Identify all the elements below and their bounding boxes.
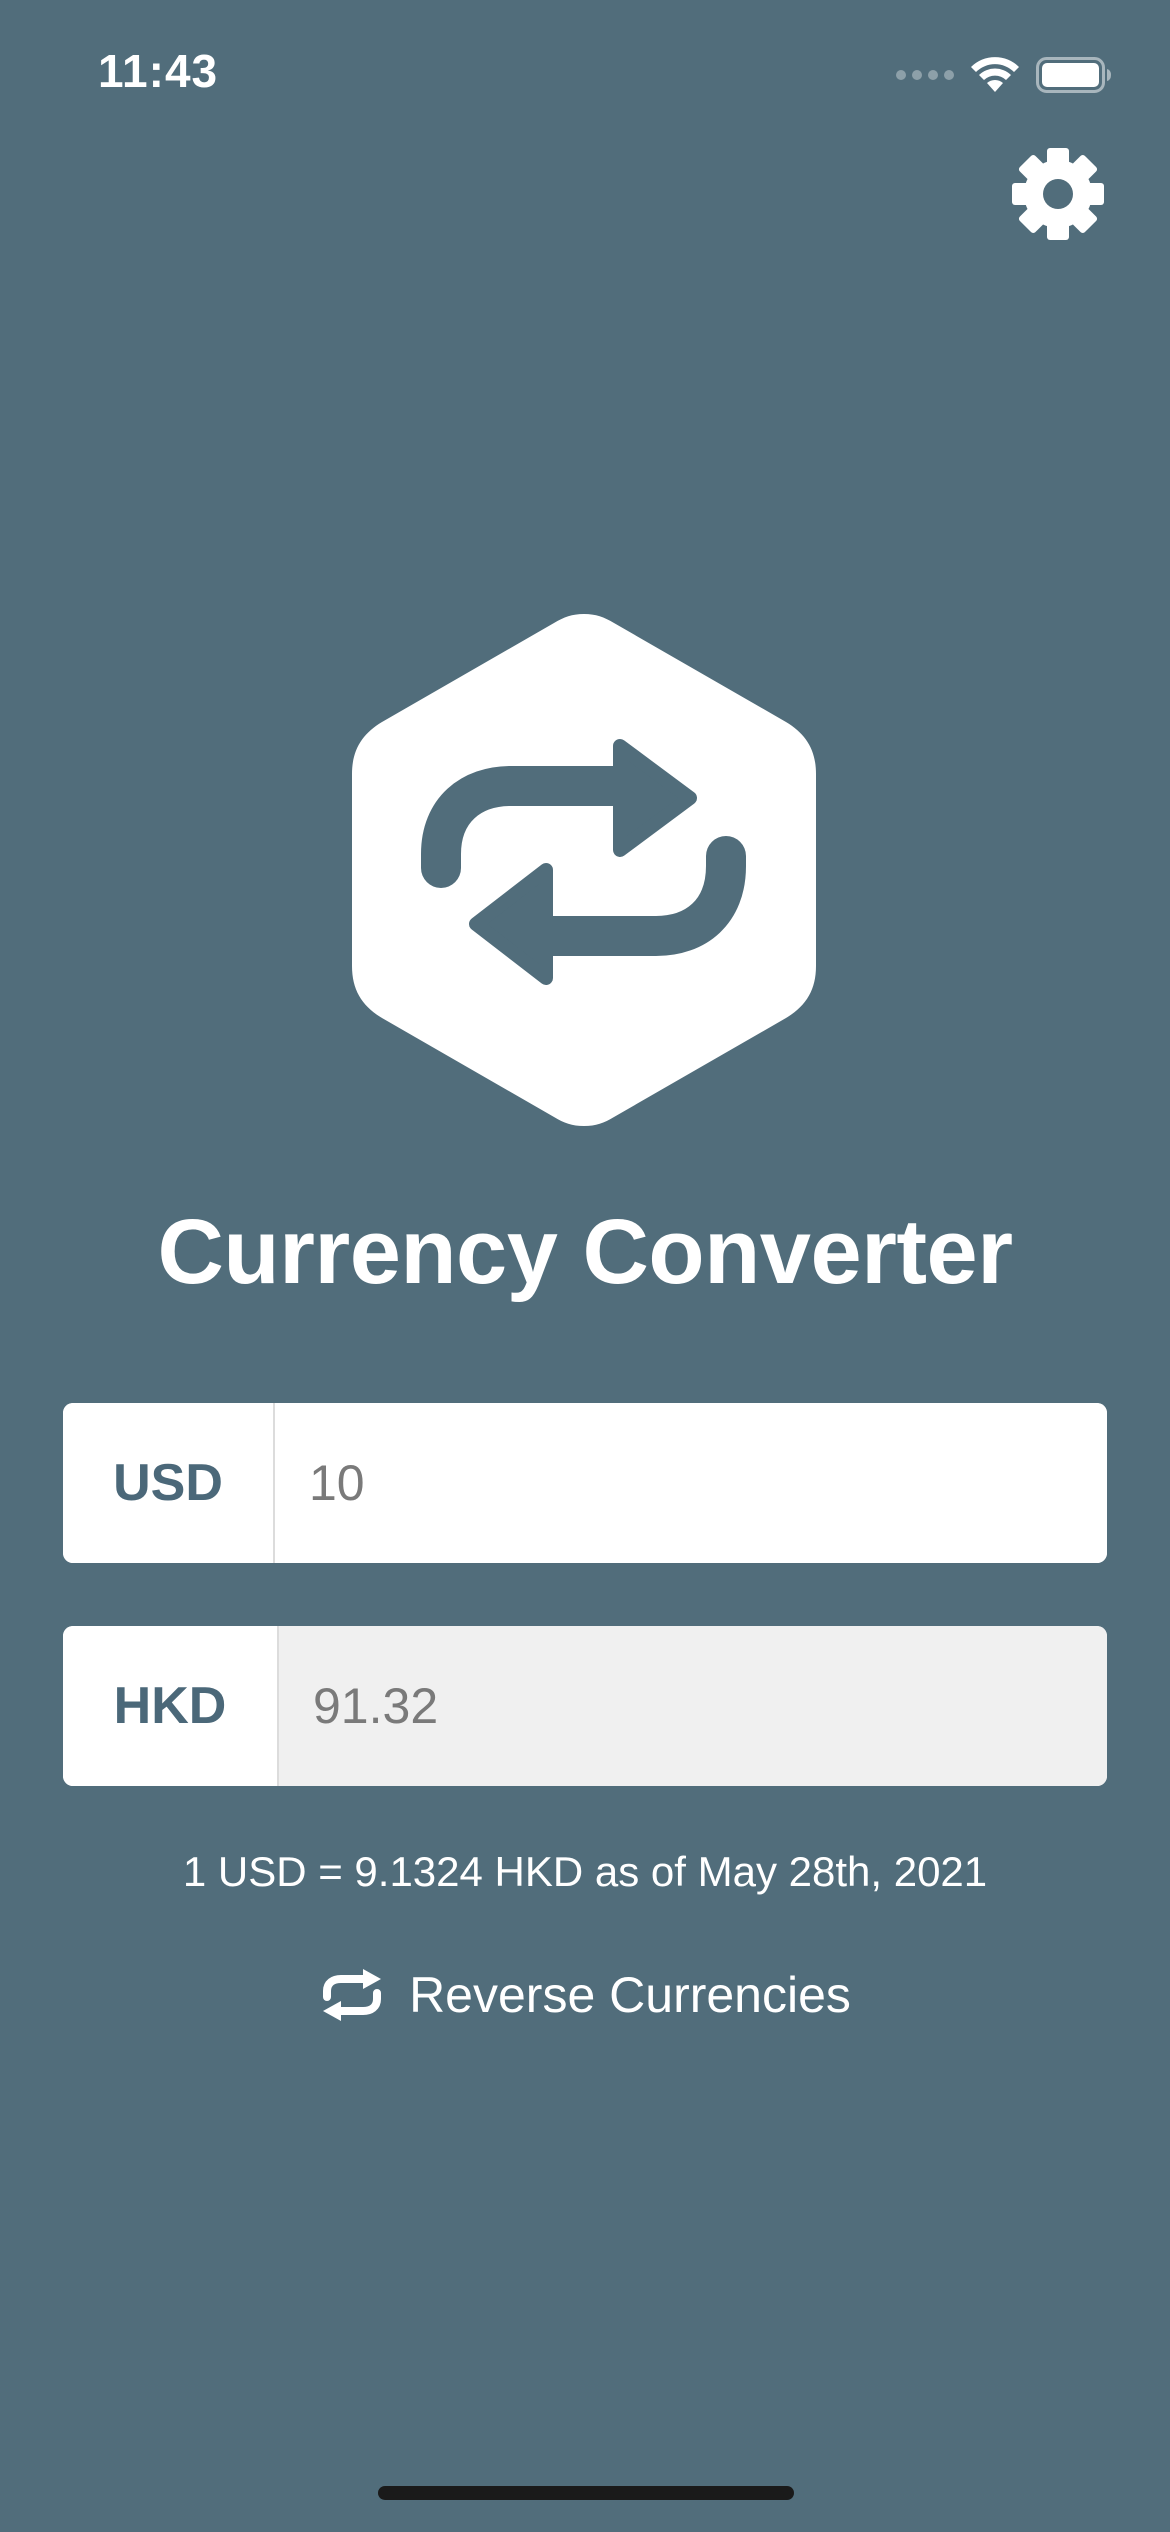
quote-currency-row: HKD 91.32 [63,1626,1107,1786]
status-time: 11:43 [98,45,219,97]
app-logo [346,606,822,1134]
exchange-rate-text: 1 USD = 9.1324 HKD as of May 28th, 2021 [182,1848,988,1895]
status-bar: 11:43 [0,0,1170,140]
base-currency-row: USD 10 [63,1403,1107,1563]
cellular-signal-icon [896,70,954,80]
app-title: Currency Converter [157,1201,1013,1303]
swap-arrows-icon [352,614,816,1126]
base-currency-selector[interactable]: USD [63,1403,275,1563]
home-indicator[interactable] [378,2486,794,2500]
reverse-icon [323,1969,382,2021]
gear-icon [1012,148,1104,240]
status-icons [896,52,1112,98]
reverse-currencies-label: Reverse Currencies [409,1967,851,2023]
base-amount-input[interactable]: 10 [275,1403,1107,1563]
battery-icon [1036,57,1111,93]
wifi-icon [971,57,1019,92]
quote-currency-selector[interactable]: HKD [63,1626,279,1786]
settings-button[interactable] [1010,146,1106,242]
quote-amount-output: 91.32 [279,1626,1107,1786]
reverse-currencies-button[interactable]: Reverse Currencies [0,1960,1170,2030]
